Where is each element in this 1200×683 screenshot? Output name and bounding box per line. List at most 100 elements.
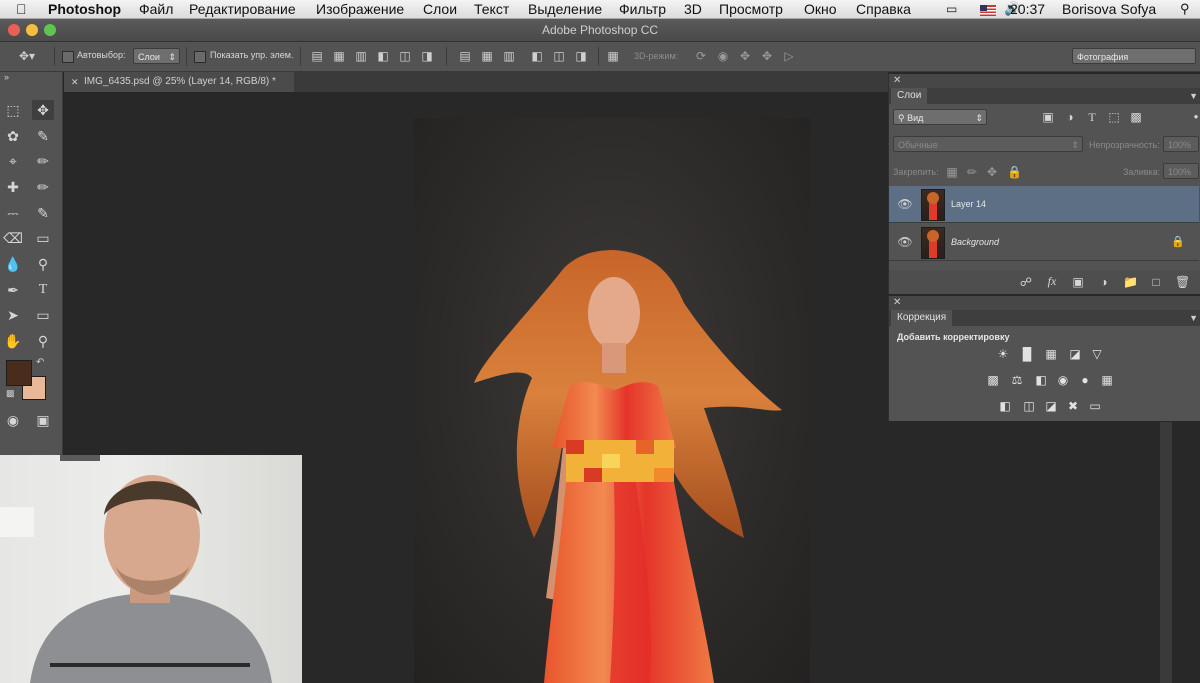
swap-colors-icon[interactable]: ↶	[36, 357, 44, 368]
delete-layer-icon[interactable]: 🗑	[1175, 275, 1190, 289]
quick-mask-icon[interactable]: ◉	[2, 410, 24, 430]
gradient-map-icon[interactable]: ▭	[1087, 399, 1103, 413]
move-tool-preset-icon[interactable]: ✥▾	[16, 49, 38, 63]
menu-item-help[interactable]: Справка	[856, 0, 911, 18]
crop-tool-icon[interactable]: ⌖	[2, 151, 24, 171]
vibrance-icon[interactable]: ▽	[1089, 347, 1105, 361]
healing-brush-tool-icon[interactable]: ✚	[2, 177, 24, 197]
opacity-field[interactable]: 100%	[1163, 136, 1199, 152]
blur-tool-icon[interactable]: 💧	[2, 254, 24, 274]
channel-mixer-icon[interactable]: ●	[1077, 373, 1093, 387]
visibility-eye-icon[interactable]: 👁	[897, 196, 913, 212]
levels-icon[interactable]: █	[1019, 347, 1035, 361]
eraser-tool-icon[interactable]: ⌫	[2, 228, 24, 248]
black-white-icon[interactable]: ◧	[1033, 373, 1049, 387]
show-controls-checkbox[interactable]	[194, 51, 206, 63]
filter-smart-object-icon[interactable]: ▩	[1129, 110, 1143, 124]
3d-scale-icon[interactable]: ▷	[782, 49, 796, 63]
layer-row-layer-14[interactable]: 👁 Layer 14	[889, 186, 1199, 223]
collapse-icon[interactable]: »	[4, 72, 9, 82]
lasso-tool-icon[interactable]: ✿	[2, 126, 24, 146]
document-tab[interactable]: ✕ IMG_6435.psd @ 25% (Layer 14, RGB/8) *	[64, 72, 294, 92]
marquee-tool-icon[interactable]: ⬚	[2, 100, 24, 120]
distribute-top-icon[interactable]: ▤	[458, 49, 472, 63]
move-tool-icon[interactable]: ✥	[32, 100, 54, 120]
lock-pixels-icon[interactable]: ✏	[965, 165, 979, 179]
brightness-contrast-icon[interactable]: ☀	[995, 347, 1011, 361]
new-layer-icon[interactable]: □	[1149, 275, 1163, 289]
document-image[interactable]	[414, 118, 810, 683]
search-icon[interactable]: ⚲	[1180, 0, 1190, 18]
lock-transparency-icon[interactable]: ▦	[945, 165, 959, 179]
filter-adjustment-icon[interactable]: ◑	[1063, 110, 1077, 124]
menu-item-window[interactable]: Окно	[804, 0, 837, 18]
scrollbar[interactable]	[1160, 422, 1172, 683]
tab-adjustments[interactable]: Коррекция	[891, 310, 953, 326]
photo-filter-icon[interactable]: ◉	[1055, 373, 1071, 387]
distribute-right-icon[interactable]: ◨	[574, 49, 588, 63]
close-tab-icon[interactable]: ✕	[71, 72, 79, 92]
color-lookup-icon[interactable]: ▦	[1099, 373, 1115, 387]
foreground-color-swatch[interactable]	[6, 360, 32, 386]
type-tool-icon[interactable]: T	[32, 280, 54, 300]
history-brush-tool-icon[interactable]: ✎	[32, 203, 54, 223]
fill-field[interactable]: 100%	[1163, 163, 1199, 179]
align-right-icon[interactable]: ◨	[420, 49, 434, 63]
layer-style-fx-icon[interactable]: fx	[1045, 274, 1059, 288]
posterize-icon[interactable]: ◫	[1021, 399, 1037, 413]
menu-item-filter[interactable]: Фильтр	[619, 0, 666, 18]
visibility-eye-icon[interactable]: 👁	[897, 234, 913, 250]
layer-row-background[interactable]: 👁 Background 🔒	[889, 224, 1199, 261]
new-group-icon[interactable]: 📁	[1123, 275, 1138, 289]
menu-app-photoshop[interactable]: Photoshop	[48, 0, 121, 18]
add-mask-icon[interactable]: ▣	[1071, 275, 1085, 289]
apple-icon[interactable]: 	[16, 0, 27, 18]
tab-layers[interactable]: Слои	[891, 88, 928, 104]
3d-rotate-icon[interactable]: ⟳	[694, 49, 708, 63]
panel-menu-icon[interactable]: ▼	[1189, 88, 1198, 104]
filter-shape-icon[interactable]: ⬚	[1107, 110, 1121, 124]
align-hcenter-icon[interactable]: ◫	[398, 49, 412, 63]
align-left-icon[interactable]: ◧	[376, 49, 390, 63]
autoselect-dropdown[interactable]: Слои ⇕	[133, 48, 180, 64]
invert-icon[interactable]: ◧	[997, 399, 1013, 413]
user-name[interactable]: Borisova Sofya	[1062, 0, 1156, 18]
menu-item-view[interactable]: Просмотр	[719, 0, 783, 18]
menu-item-layers[interactable]: Слои	[423, 0, 457, 18]
color-balance-icon[interactable]: ⚖	[1009, 373, 1025, 387]
default-colors-icon[interactable]: ▩	[6, 388, 15, 399]
filter-pixel-icon[interactable]: ▣	[1041, 110, 1055, 124]
filter-type-icon[interactable]: T	[1085, 110, 1099, 124]
menu-item-edit[interactable]: Редактирование	[189, 0, 296, 18]
path-selection-tool-icon[interactable]: ➤	[2, 305, 24, 325]
pen-tool-icon[interactable]: ✒	[2, 280, 24, 300]
battery-icon[interactable]: ▭	[946, 0, 957, 18]
3d-drag-icon[interactable]: ✥	[738, 49, 752, 63]
screen-mode-icon[interactable]: ▣	[32, 410, 54, 430]
eyedropper-tool-icon[interactable]: ✏	[32, 151, 54, 171]
flag-icon[interactable]	[980, 0, 996, 18]
layer-filter-dropdown[interactable]: ⚲ Вид ⇕	[893, 109, 987, 125]
dodge-tool-icon[interactable]: ⚲	[32, 254, 54, 274]
blend-mode-dropdown[interactable]: Обычные ⇕	[893, 136, 1083, 152]
align-bottom-icon[interactable]: ▥	[354, 49, 368, 63]
distribute-vcenter-icon[interactable]: ▦	[480, 49, 494, 63]
link-layers-icon[interactable]: ☍	[1019, 275, 1033, 289]
close-panel-icon[interactable]: ✕	[893, 297, 901, 309]
distribute-hcenter-icon[interactable]: ◫	[552, 49, 566, 63]
distribute-left-icon[interactable]: ◧	[530, 49, 544, 63]
close-panel-icon[interactable]: ✕	[893, 75, 901, 87]
menu-item-select[interactable]: Выделение	[528, 0, 602, 18]
zoom-tool-icon[interactable]: ⚲	[32, 331, 54, 351]
menu-item-file[interactable]: Файл	[139, 0, 173, 18]
clone-stamp-tool-icon[interactable]: ⎓	[2, 203, 24, 223]
menu-item-image[interactable]: Изображение	[316, 0, 404, 18]
gradient-tool-icon[interactable]: ▭	[32, 228, 54, 248]
lock-all-icon[interactable]: 🔒	[1007, 165, 1022, 179]
auto-align-layers-icon[interactable]: ▦	[606, 49, 620, 63]
threshold-icon[interactable]: ◪	[1043, 399, 1059, 413]
quick-selection-tool-icon[interactable]: ✎	[32, 126, 54, 146]
3d-roll-icon[interactable]: ◉	[716, 49, 730, 63]
align-top-icon[interactable]: ▤	[310, 49, 324, 63]
workspace-dropdown[interactable]: Фотография	[1072, 48, 1196, 64]
